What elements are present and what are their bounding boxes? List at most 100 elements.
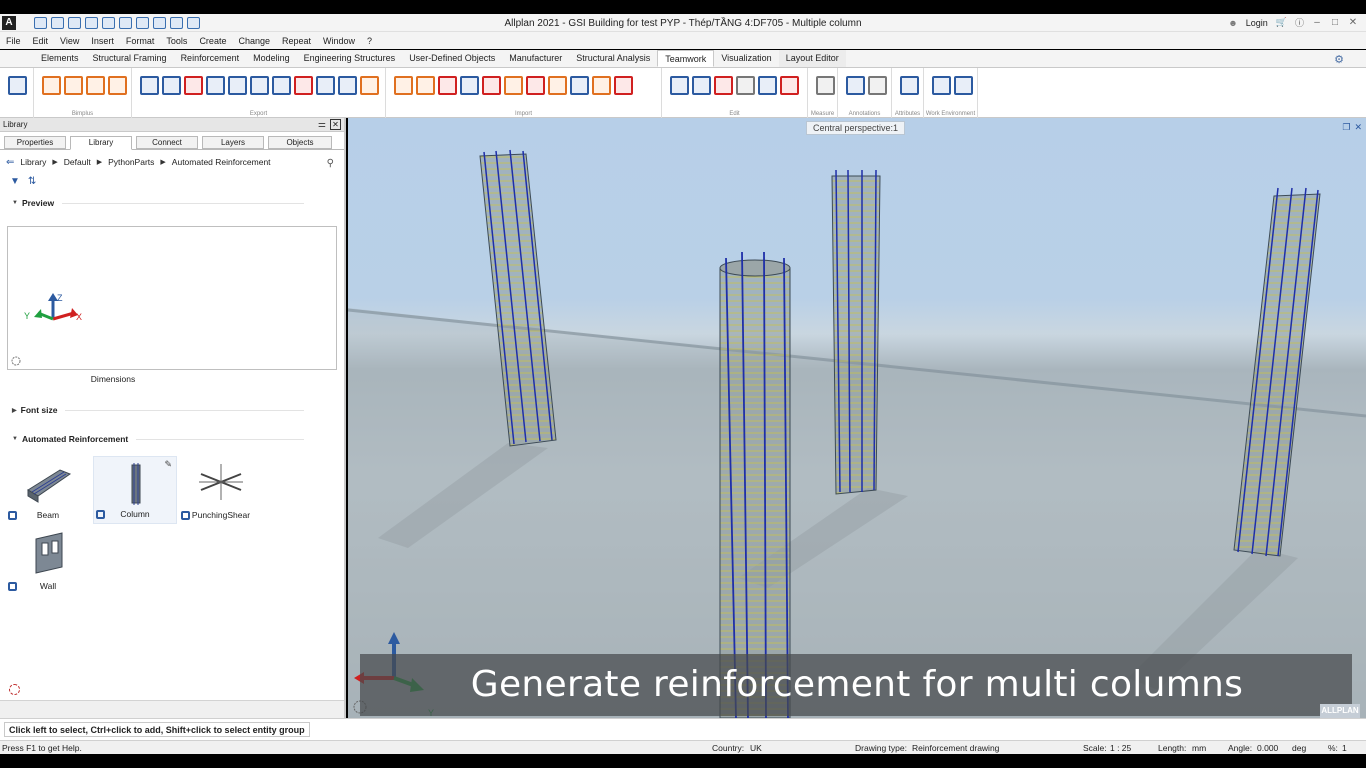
edit-align-icon[interactable] <box>690 73 711 95</box>
breadcrumb-pythonparts[interactable]: PythonParts <box>108 157 154 167</box>
library-item-beam[interactable]: Beam <box>6 456 90 524</box>
menu-repeat[interactable]: Repeat <box>282 36 311 46</box>
import-link-icon[interactable] <box>590 73 611 95</box>
back-arrow-icon[interactable]: ⇐ <box>6 157 14 168</box>
import-rhino-icon[interactable] <box>480 73 501 95</box>
section-automated-reinforcement[interactable]: ▼ Automated Reinforcement <box>0 431 344 447</box>
export-stl-icon[interactable] <box>314 73 335 95</box>
restore-view-icon[interactable]: ❐ <box>1342 122 1350 133</box>
menu-insert[interactable]: Insert <box>91 36 114 46</box>
help-icon[interactable]: ⓘ <box>1295 16 1304 29</box>
tab-reinforcement[interactable]: Reinforcement <box>174 50 247 67</box>
project-icon[interactable] <box>6 73 27 95</box>
import-sketchup-icon[interactable] <box>502 73 523 95</box>
edit-divide-icon[interactable] <box>712 73 733 95</box>
status-angle-unit[interactable]: deg <box>1292 743 1306 753</box>
measure-icon[interactable] <box>814 73 835 95</box>
import-pdf-icon[interactable] <box>436 73 457 95</box>
export-ifc-icon[interactable] <box>138 73 159 95</box>
bimplus-tag-icon[interactable] <box>106 73 127 95</box>
edit-copy-icon[interactable] <box>668 73 689 95</box>
menu-view[interactable]: View <box>60 36 79 46</box>
workspace-icon[interactable] <box>952 73 973 95</box>
tab-properties[interactable]: Properties <box>4 136 66 149</box>
cart-icon[interactable]: 🛒 <box>1276 17 1287 28</box>
tab-visualization[interactable]: Visualization <box>714 50 778 67</box>
edit-mirror-icon[interactable] <box>734 73 755 95</box>
bimplus-compare-icon[interactable] <box>84 73 105 95</box>
status-country[interactable]: UK <box>750 743 762 753</box>
status-length[interactable]: mm <box>1192 743 1206 753</box>
tab-user-defined-objects[interactable]: User-Defined Objects <box>402 50 502 67</box>
search-icon[interactable]: ⚲ <box>327 158 334 169</box>
tab-engineering-structures[interactable]: Engineering Structures <box>297 50 403 67</box>
filter-icon[interactable]: ▼ <box>10 176 20 187</box>
menu-create[interactable]: Create <box>199 36 226 46</box>
export-3d-icon[interactable] <box>182 73 203 95</box>
library-item-wall[interactable]: Wall <box>6 527 90 595</box>
status-angle[interactable]: 0.000 <box>1257 743 1278 753</box>
tab-layout-editor[interactable]: Layout Editor <box>778 50 846 67</box>
import-cad-icon[interactable] <box>524 73 545 95</box>
label-icon[interactable] <box>866 73 887 95</box>
close-button[interactable]: ✕ <box>1348 17 1358 28</box>
menu-format[interactable]: Format <box>126 36 155 46</box>
view-cube-icon[interactable] <box>9 684 20 695</box>
user-icon[interactable]: ☻ <box>1228 18 1237 28</box>
attributes-icon[interactable] <box>898 73 919 95</box>
export-convert-icon[interactable] <box>336 73 357 95</box>
view-label[interactable]: Central perspective:1 <box>806 121 906 135</box>
section-font-size[interactable]: ▶ Font size <box>0 402 344 418</box>
library-item-column[interactable]: ✎ Column <box>93 456 177 524</box>
login-link[interactable]: Login <box>1246 18 1268 28</box>
delete-icon[interactable] <box>778 73 799 95</box>
export-4d-icon[interactable] <box>248 73 269 95</box>
text-icon[interactable] <box>844 73 865 95</box>
tab-library[interactable]: Library <box>70 136 132 150</box>
import-grid-icon[interactable] <box>568 73 589 95</box>
tab-objects[interactable]: Objects <box>268 136 332 149</box>
import-4d-icon[interactable] <box>458 73 479 95</box>
export-cad-icon[interactable] <box>292 73 313 95</box>
edit-stretch-icon[interactable] <box>756 73 777 95</box>
tab-structural-analysis[interactable]: Structural Analysis <box>569 50 657 67</box>
menu-tools[interactable]: Tools <box>166 36 187 46</box>
tab-manufacturer[interactable]: Manufacturer <box>502 50 569 67</box>
tab-teamwork[interactable]: Teamwork <box>657 50 715 67</box>
library-item-punchingshear[interactable]: PunchingShear <box>179 456 263 524</box>
export-pdf-icon[interactable] <box>204 73 225 95</box>
ribbon-settings-icon[interactable]: ⚙ <box>1334 53 1344 66</box>
export-rhino-icon[interactable] <box>270 73 291 95</box>
status-percent[interactable]: 1 <box>1342 743 1347 753</box>
bimplus-upload-icon[interactable] <box>40 73 61 95</box>
maximize-button[interactable]: □ <box>1330 17 1340 28</box>
tab-elements[interactable]: Elements <box>34 50 86 67</box>
coordinate-icon[interactable] <box>930 73 951 95</box>
tab-modeling[interactable]: Modeling <box>246 50 297 67</box>
section-preview[interactable]: ▼ Preview <box>0 195 344 211</box>
menu-file[interactable]: File <box>6 36 21 46</box>
export-file-icon[interactable] <box>358 73 379 95</box>
breadcrumb-default[interactable]: Default <box>64 157 91 167</box>
close-view-icon[interactable]: ✕ <box>1354 122 1362 133</box>
minimize-button[interactable]: – <box>1312 17 1322 28</box>
tab-layers[interactable]: Layers <box>202 136 264 149</box>
menu-change[interactable]: Change <box>238 36 270 46</box>
export-web-icon[interactable] <box>226 73 247 95</box>
import-ifc-icon[interactable] <box>392 73 413 95</box>
panel-close-icon[interactable]: ✕ <box>330 119 341 130</box>
menu-window[interactable]: Window <box>323 36 355 46</box>
import-dwg-icon[interactable] <box>414 73 435 95</box>
import-file-icon[interactable] <box>612 73 633 95</box>
import-warning-icon[interactable] <box>546 73 567 95</box>
tab-connect[interactable]: Connect <box>136 136 198 149</box>
sort-icon[interactable]: ⇅ <box>28 176 36 187</box>
menu-help[interactable]: ? <box>367 36 372 46</box>
export-dwg-icon[interactable] <box>160 73 181 95</box>
breadcrumb-library[interactable]: Library <box>20 157 46 167</box>
tab-structural-framing[interactable]: Structural Framing <box>86 50 174 67</box>
pin-icon[interactable]: ⚌ <box>318 119 326 130</box>
3d-viewport[interactable]: Y Central perspective:1 ❐ ✕ Generate rei… <box>348 118 1366 718</box>
breadcrumb-automated-reinforcement[interactable]: Automated Reinforcement <box>172 157 271 167</box>
menu-edit[interactable]: Edit <box>33 36 49 46</box>
